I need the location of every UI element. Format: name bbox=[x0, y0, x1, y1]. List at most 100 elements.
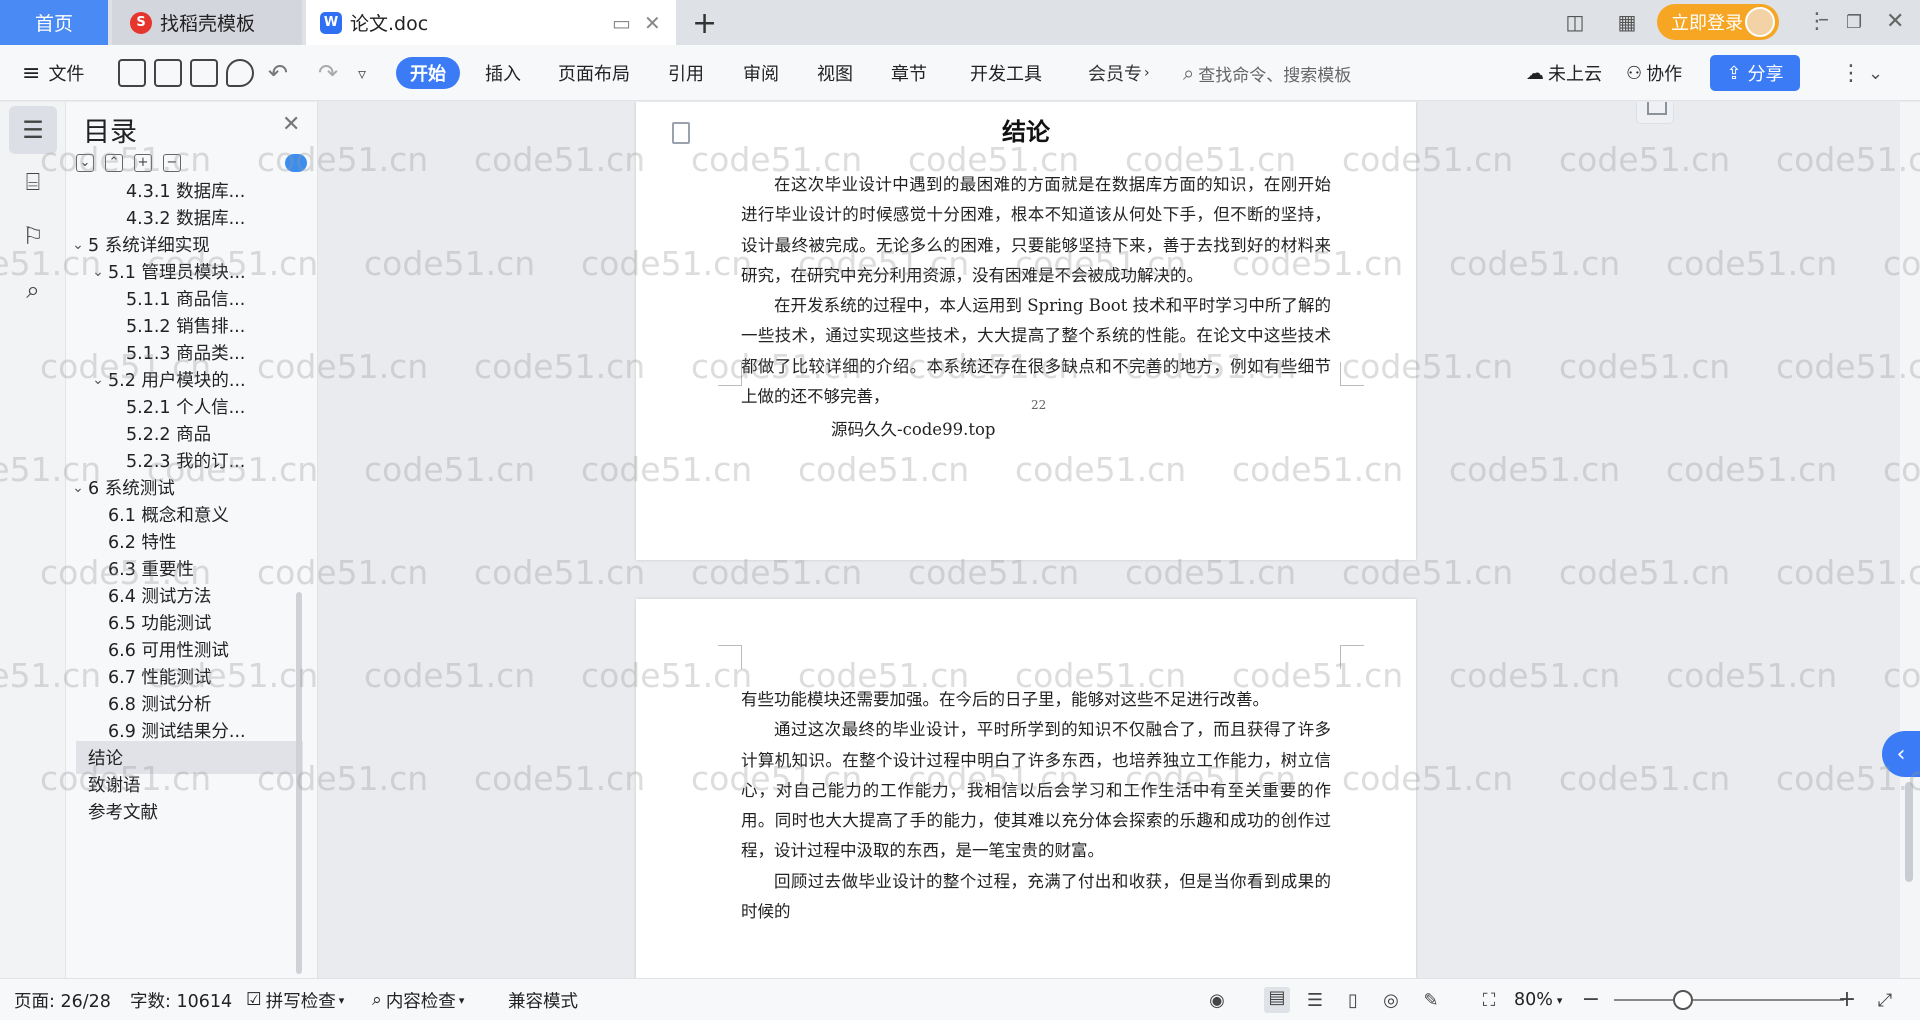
content-check[interactable]: ⌕ 内容检查 ▾ bbox=[372, 979, 464, 1020]
toc-panel-icon[interactable]: ☰ bbox=[9, 106, 57, 154]
file-menu[interactable]: ≡ 文件 bbox=[22, 45, 84, 101]
collab-button[interactable]: ⚇ 协作 bbox=[1626, 45, 1682, 101]
print-preview-icon[interactable] bbox=[226, 59, 254, 87]
doc-heading[interactable]: 结论 bbox=[636, 112, 1416, 147]
chevron-right-icon: › bbox=[1144, 65, 1150, 81]
restore-icon[interactable]: ❐ bbox=[1846, 12, 1862, 33]
chevron-down-icon[interactable]: ⌄ bbox=[68, 480, 88, 496]
paragraph[interactable]: 有些功能模块还需要加强。在今后的日子里，能够对这些不足进行改善。 通过这次最终的毕… bbox=[741, 685, 1331, 927]
tab-chapter[interactable]: 章节 bbox=[891, 45, 927, 101]
new-tab-button[interactable]: + bbox=[692, 6, 717, 41]
more-icon[interactable]: ⋮ bbox=[1840, 45, 1862, 101]
toc-item-label: 致谢语 bbox=[88, 776, 141, 796]
share-button[interactable]: ⇪ 分享 bbox=[1710, 55, 1800, 91]
bookmark-icon[interactable]: ⚐ bbox=[9, 212, 57, 260]
page-number: 22 bbox=[1031, 398, 1047, 412]
quick-access-dropdown-icon[interactable]: ▿ bbox=[358, 45, 366, 101]
chevron-down-icon[interactable]: ⌄ bbox=[88, 264, 108, 280]
close-icon[interactable]: ✕ bbox=[282, 112, 300, 137]
tab-label: 找稻壳模板 bbox=[160, 13, 256, 35]
eye-icon[interactable]: ◉ bbox=[1206, 990, 1228, 1011]
remove-heading-icon[interactable]: − bbox=[163, 154, 181, 172]
page-footer: 源码久久-code99.top bbox=[831, 420, 996, 439]
file-menu-label: 文件 bbox=[48, 64, 85, 85]
zoom-slider-track[interactable] bbox=[1614, 999, 1844, 1001]
paragraph-text: 通过这次最终的毕业设计，平时所学到的知识不仅融合了，而且获得了许多计算机知识。在… bbox=[741, 720, 1331, 861]
spell-check[interactable]: ☑ 拼写检查 ▾ bbox=[246, 979, 344, 1020]
fullscreen-icon[interactable]: ⤢ bbox=[1874, 990, 1896, 1011]
ai-assistant-icon[interactable] bbox=[285, 154, 307, 172]
scroll-thumb[interactable] bbox=[1905, 782, 1913, 882]
monitor-icon[interactable]: ▭ bbox=[612, 11, 631, 35]
hamburger-icon: ≡ bbox=[22, 60, 41, 86]
zoom-label: 80% bbox=[1514, 990, 1553, 1010]
chevron-down-icon[interactable]: ⌄ bbox=[88, 372, 108, 388]
toc-item-label: 6 系统测试 bbox=[88, 479, 175, 499]
zoom-value[interactable]: 80% ▾ bbox=[1514, 979, 1562, 1020]
save-icon[interactable] bbox=[118, 59, 146, 87]
tab-review[interactable]: 审阅 bbox=[743, 45, 779, 101]
zoom-slider-handle[interactable] bbox=[1673, 990, 1693, 1010]
tab-daoke-templates[interactable]: S 找稻壳模板 bbox=[112, 0, 302, 45]
tab-developer[interactable]: 开发工具 bbox=[970, 45, 1042, 101]
cloud-status[interactable]: ☁ 未上云 bbox=[1526, 45, 1602, 101]
collapse-ribbon-icon[interactable]: ⌄ bbox=[1868, 45, 1883, 101]
command-search[interactable]: ⌕ 查找命令、搜索模板 bbox=[1183, 45, 1351, 101]
ribbon-toolbar: ≡ 文件 ↶ ↷ ▿ 开始 插入 页面布局 引用 审阅 视图 章节 开发工具 会… bbox=[0, 45, 1920, 101]
undo-icon[interactable]: ↶ bbox=[268, 45, 288, 101]
toc-item-label: 6.7 性能测试 bbox=[108, 668, 212, 688]
grid-apps-icon[interactable]: ▦ bbox=[1614, 10, 1640, 34]
expand-all-icon[interactable]: ⌃ bbox=[105, 154, 123, 172]
zoom-in-icon[interactable]: + bbox=[1836, 987, 1858, 1012]
vertical-scrollbar[interactable] bbox=[1900, 102, 1920, 978]
daoke-icon: S bbox=[130, 11, 152, 34]
zoom-out-icon[interactable]: − bbox=[1580, 987, 1602, 1012]
toc-item-label: 6.1 概念和意义 bbox=[108, 506, 229, 526]
toc-item[interactable]: 参考文献 bbox=[66, 795, 296, 828]
tab-references[interactable]: 引用 bbox=[668, 45, 704, 101]
compat-mode[interactable]: 兼容模式 bbox=[508, 979, 578, 1020]
export-icon[interactable] bbox=[154, 59, 182, 87]
collapse-all-icon[interactable]: ⌄ bbox=[76, 154, 94, 172]
close-tab-icon[interactable]: ✕ bbox=[644, 11, 661, 35]
minimize-icon[interactable]: – bbox=[1818, 7, 1829, 32]
page-indicator[interactable]: 页面: 26/28 bbox=[14, 979, 111, 1020]
toc-item-label: 5.2 用户模块的... bbox=[108, 371, 246, 391]
page-view-icon[interactable]: ▤ bbox=[1264, 987, 1290, 1013]
tab-home[interactable]: 首页 bbox=[0, 0, 108, 45]
tab-label: 论文.doc bbox=[350, 13, 429, 35]
dropdown-icon: ▾ bbox=[458, 993, 465, 1007]
toc-item-label: 5 系统详细实现 bbox=[88, 236, 210, 256]
redo-icon[interactable]: ↷ bbox=[318, 45, 338, 101]
pen-icon[interactable]: ✎ bbox=[1420, 990, 1442, 1011]
fit-page-icon[interactable]: ⛶ bbox=[1478, 990, 1500, 1011]
chevron-down-icon[interactable]: ⌄ bbox=[68, 237, 88, 253]
tab-page-layout[interactable]: 页面布局 bbox=[558, 45, 630, 101]
toc-item-label: 6.8 测试分析 bbox=[108, 695, 212, 715]
collab-label: 协作 bbox=[1646, 64, 1683, 85]
toc-scrollbar[interactable] bbox=[296, 592, 302, 974]
toc-item-label: 5.1.1 商品信... bbox=[126, 290, 246, 310]
add-heading-icon[interactable]: + bbox=[134, 154, 152, 172]
print-icon[interactable] bbox=[190, 59, 218, 87]
filter-icon[interactable] bbox=[1636, 102, 1674, 124]
share-label: 分享 bbox=[1747, 64, 1784, 85]
word-count[interactable]: 字数: 10614 bbox=[130, 979, 232, 1020]
tab-home-ribbon[interactable]: 开始 bbox=[396, 57, 460, 89]
tab-view[interactable]: 视图 bbox=[817, 45, 853, 101]
login-button[interactable]: 立即登录 bbox=[1657, 4, 1779, 40]
tab-member[interactable]: 会员专 › bbox=[1088, 45, 1150, 101]
outline-view-icon[interactable]: ☰ bbox=[1304, 990, 1326, 1011]
paragraph[interactable]: 在这次毕业设计中遇到的最困难的方面就是在数据库方面的知识，在刚开始进行毕业设计的… bbox=[741, 170, 1331, 412]
tab-insert[interactable]: 插入 bbox=[485, 45, 521, 101]
search-doc-icon[interactable]: ⌕ bbox=[9, 266, 57, 314]
toc-item-label: 6.5 功能测试 bbox=[108, 614, 212, 634]
toc-item-label: 6.6 可用性测试 bbox=[108, 641, 229, 661]
web-view-icon[interactable]: ◎ bbox=[1380, 990, 1402, 1011]
layout-icon[interactable]: ◫ bbox=[1562, 10, 1588, 34]
outline-icon[interactable]: ⌸ bbox=[9, 158, 57, 206]
cloud-icon: ☁ bbox=[1526, 62, 1544, 84]
chevron-left-icon[interactable]: ‹ bbox=[1882, 731, 1920, 777]
close-window-icon[interactable]: ✕ bbox=[1886, 9, 1904, 34]
read-mode-icon[interactable]: ▯ bbox=[1342, 990, 1364, 1011]
